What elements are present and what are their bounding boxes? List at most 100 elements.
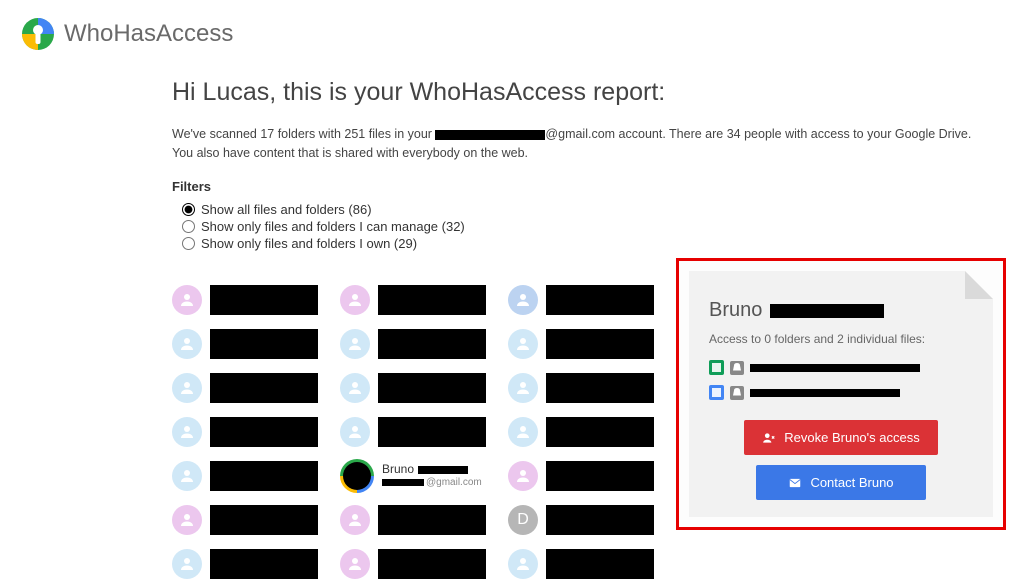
filter-manage-label: Show only files and folders I can manage… xyxy=(201,219,465,234)
filter-own-radio[interactable] xyxy=(182,237,195,250)
person-row[interactable] xyxy=(172,415,318,449)
person-row[interactable] xyxy=(340,415,486,449)
contact-button[interactable]: Contact Bruno xyxy=(756,465,926,500)
redacted-name xyxy=(546,373,654,403)
report-heading: Hi Lucas, this is your WhoHasAccess repo… xyxy=(172,78,1024,107)
redacted-name xyxy=(210,549,318,579)
filter-manage[interactable]: Show only files and folders I can manage… xyxy=(182,219,1024,234)
redacted-name xyxy=(378,549,486,579)
scan-email-suffix: @gmail.com xyxy=(545,127,615,141)
person-row[interactable] xyxy=(172,327,318,361)
google-sheets-icon xyxy=(709,360,724,375)
person-row[interactable] xyxy=(340,283,486,317)
redacted-email-user xyxy=(435,130,545,140)
avatar-generic-icon xyxy=(172,417,202,447)
app-header: WhoHasAccess xyxy=(0,0,1024,58)
person-row[interactable] xyxy=(508,283,654,317)
revoke-icon xyxy=(762,431,776,445)
person-row[interactable] xyxy=(508,371,654,405)
person-row[interactable] xyxy=(508,415,654,449)
avatar-generic-icon xyxy=(508,329,538,359)
person-row[interactable] xyxy=(508,327,654,361)
person-row[interactable] xyxy=(340,503,486,537)
filter-own[interactable]: Show only files and folders I own (29) xyxy=(182,236,1024,251)
redacted-name xyxy=(546,285,654,315)
file-row-docs[interactable] xyxy=(709,385,973,400)
redacted-name xyxy=(378,417,486,447)
redacted-name xyxy=(378,505,486,535)
person-row-bruno[interactable]: Bruno @gmail.com xyxy=(340,459,486,493)
avatar-generic-icon xyxy=(508,285,538,315)
person-row[interactable] xyxy=(172,459,318,493)
filter-all-label: Show all files and folders (86) xyxy=(201,202,372,217)
redacted-name xyxy=(210,285,318,315)
person-row[interactable] xyxy=(340,547,486,581)
avatar-generic-icon xyxy=(172,285,202,315)
avatar-generic-icon xyxy=(340,373,370,403)
avatar-generic-icon xyxy=(508,373,538,403)
app-logo xyxy=(22,18,54,50)
bruno-first-name: Bruno xyxy=(382,463,414,476)
redacted-name xyxy=(546,549,654,579)
filter-all[interactable]: Show all files and folders (86) xyxy=(182,202,1024,217)
person-row[interactable] xyxy=(172,547,318,581)
mail-icon xyxy=(788,476,802,490)
filter-all-radio[interactable] xyxy=(182,203,195,216)
filter-own-label: Show only files and folders I own (29) xyxy=(201,236,417,251)
file-row-sheets[interactable] xyxy=(709,360,973,375)
owner-icon xyxy=(730,386,744,400)
detail-panel-callout: Bruno Access to 0 folders and 2 individu… xyxy=(676,258,1006,530)
panel-person-name: Bruno xyxy=(709,299,762,322)
bruno-avatar-icon xyxy=(343,462,371,490)
revoke-access-button[interactable]: Revoke Bruno's access xyxy=(744,420,937,455)
redacted-email-user xyxy=(382,479,424,486)
redacted-file-name xyxy=(750,364,920,372)
avatar-generic-icon xyxy=(340,549,370,579)
redacted-surname xyxy=(418,466,468,474)
avatar-generic-icon xyxy=(172,373,202,403)
person-row[interactable] xyxy=(508,547,654,581)
detail-panel: Bruno Access to 0 folders and 2 individu… xyxy=(689,271,993,517)
google-docs-icon xyxy=(709,385,724,400)
redacted-name xyxy=(378,285,486,315)
avatar-generic-icon xyxy=(340,329,370,359)
avatar-generic-icon xyxy=(172,505,202,535)
contact-label: Contact Bruno xyxy=(810,475,893,490)
redacted-name xyxy=(210,329,318,359)
avatar-generic-icon xyxy=(172,329,202,359)
revoke-label: Revoke Bruno's access xyxy=(784,430,919,445)
person-row[interactable] xyxy=(340,371,486,405)
filter-manage-radio[interactable] xyxy=(182,220,195,233)
redacted-file-name xyxy=(750,389,900,397)
redacted-name xyxy=(210,461,318,491)
person-row[interactable] xyxy=(172,503,318,537)
bruno-labels: Bruno @gmail.com xyxy=(382,463,482,487)
redacted-surname xyxy=(770,304,884,318)
avatar-generic-icon xyxy=(508,461,538,491)
person-row[interactable] xyxy=(172,283,318,317)
bruno-avatar-ring xyxy=(340,459,374,493)
people-col-1 xyxy=(172,283,318,581)
redacted-name xyxy=(546,505,654,535)
people-col-2: Bruno @gmail.com xyxy=(340,283,486,581)
avatar-letter: D xyxy=(508,505,538,535)
redacted-name xyxy=(210,373,318,403)
people-col-3: D xyxy=(508,283,654,581)
redacted-name xyxy=(546,461,654,491)
avatar-generic-icon xyxy=(172,461,202,491)
redacted-name xyxy=(546,417,654,447)
panel-actions: Revoke Bruno's access Contact Bruno xyxy=(709,420,973,500)
redacted-name xyxy=(546,329,654,359)
scan-prefix: We've scanned 17 folders with 251 files … xyxy=(172,127,435,141)
avatar-generic-icon xyxy=(340,505,370,535)
redacted-name xyxy=(210,505,318,535)
bruno-email-suffix: @gmail.com xyxy=(426,477,482,488)
person-row[interactable] xyxy=(508,459,654,493)
person-row[interactable] xyxy=(172,371,318,405)
person-row[interactable]: D xyxy=(508,503,654,537)
scan-suffix: account. There are 34 people with access… xyxy=(615,127,971,141)
avatar-letter-text: D xyxy=(517,511,529,529)
redacted-name xyxy=(210,417,318,447)
avatar-generic-icon xyxy=(508,549,538,579)
person-row[interactable] xyxy=(340,327,486,361)
